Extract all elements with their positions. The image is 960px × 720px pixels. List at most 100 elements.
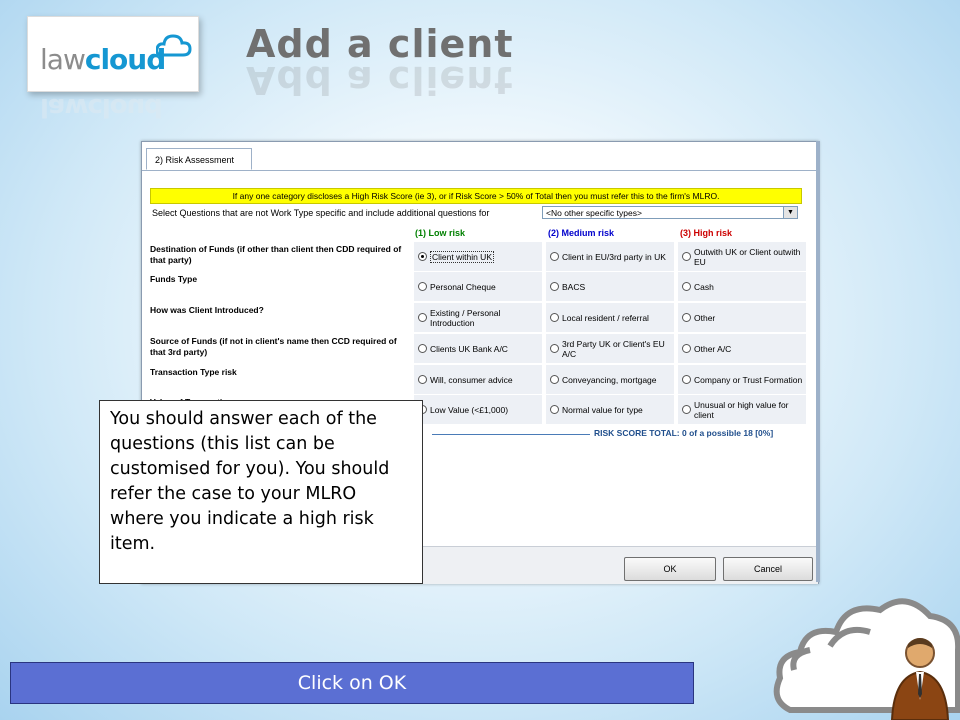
- radio-button[interactable]: [550, 282, 559, 291]
- risk-option-label-wrap: Personal Cheque: [430, 272, 540, 301]
- risk-option-label-wrap: Low Value (<£1,000): [430, 395, 540, 424]
- question-row: Funds Type Personal Cheque BACS Cash: [146, 272, 810, 301]
- total-divider: [432, 434, 590, 435]
- tab-risk-assessment[interactable]: 2) Risk Assessment: [146, 148, 252, 170]
- risk-option-label: Other: [694, 312, 716, 323]
- radio-button[interactable]: [550, 313, 559, 322]
- radio-button[interactable]: [418, 252, 427, 261]
- risk-option-label-wrap: Client in EU/3rd party in UK: [562, 242, 672, 271]
- risk-option-label: Conveyancing, mortgage: [562, 374, 657, 385]
- risk-option-label: Clients UK Bank A/C: [430, 343, 508, 354]
- risk-option-medium[interactable]: Normal value for type: [546, 395, 674, 424]
- risk-option-medium[interactable]: Client in EU/3rd party in UK: [546, 242, 674, 271]
- other-types-select[interactable]: <No other specific types> ▼: [542, 206, 798, 219]
- risk-option-medium[interactable]: 3rd Party UK or Client's EU A/C: [546, 334, 674, 363]
- risk-option-label-wrap: BACS: [562, 272, 672, 301]
- risk-option-label-wrap: Other A/C: [694, 334, 804, 363]
- logo-reflection: lawcloud: [40, 92, 162, 122]
- column-medium-risk: (2) Medium risk: [548, 228, 615, 238]
- risk-option-label: Existing / Personal Introduction: [430, 307, 501, 328]
- column-low-risk: (1) Low risk: [415, 228, 466, 238]
- risk-option-label: Personal Cheque: [430, 281, 496, 292]
- risk-option-label-wrap: Outwith UK or Client outwith EU: [694, 242, 804, 271]
- risk-option-label: Low Value (<£1,000): [430, 404, 509, 415]
- risk-option-high[interactable]: Other A/C: [678, 334, 806, 363]
- other-types-label: Select Questions that are not Work Type …: [152, 208, 490, 218]
- radio-button[interactable]: [550, 344, 559, 353]
- risk-option-label-wrap: Will, consumer advice: [430, 365, 540, 394]
- radio-button[interactable]: [682, 344, 691, 353]
- risk-option-high[interactable]: Other: [678, 303, 806, 332]
- risk-option-label-wrap: Client within UK: [430, 242, 540, 271]
- lawcloud-logo: lawcloud: [27, 16, 199, 92]
- cloud-person-illustration: [773, 598, 960, 720]
- risk-option-high[interactable]: Unusual or high value for client: [678, 395, 806, 424]
- risk-option-label: Other A/C: [694, 343, 732, 354]
- risk-option-label: Cash: [694, 281, 714, 292]
- radio-button[interactable]: [418, 282, 427, 291]
- risk-option-label-wrap: Existing / Personal Introduction: [430, 303, 540, 332]
- radio-button[interactable]: [682, 375, 691, 384]
- risk-option-label-wrap: Other: [694, 303, 804, 332]
- risk-option-label: Normal value for type: [562, 404, 643, 415]
- risk-option-label: Unusual or high value for client: [694, 399, 789, 420]
- risk-option-label-wrap: 3rd Party UK or Client's EU A/C: [562, 334, 672, 363]
- risk-option-label-wrap: Company or Trust Formation: [694, 365, 804, 394]
- risk-option-high[interactable]: Cash: [678, 272, 806, 301]
- radio-button[interactable]: [682, 313, 691, 322]
- risk-option-label: Client within UK: [430, 250, 494, 263]
- risk-option-label-wrap: Clients UK Bank A/C: [430, 334, 540, 363]
- risk-option-label-wrap: Local resident / referral: [562, 303, 672, 332]
- risk-option-low[interactable]: Client within UK: [414, 242, 542, 271]
- question-label: Transaction Type risk: [150, 367, 237, 377]
- risk-option-label-wrap: Conveyancing, mortgage: [562, 365, 672, 394]
- other-types-select-value: <No other specific types>: [546, 208, 642, 218]
- risk-option-label: Client in EU/3rd party in UK: [562, 251, 666, 262]
- risk-option-label-wrap: Cash: [694, 272, 804, 301]
- risk-option-high[interactable]: Outwith UK or Client outwith EU: [678, 242, 806, 271]
- risk-option-label: Local resident / referral: [562, 312, 649, 323]
- radio-button[interactable]: [682, 252, 691, 261]
- question-row: Destination of Funds (if other than clie…: [146, 242, 810, 271]
- question-label: How was Client Introduced?: [150, 305, 264, 315]
- instruction-callout: You should answer each of the questions …: [99, 400, 423, 584]
- logo-text-law: law: [40, 43, 86, 76]
- risk-option-low[interactable]: Clients UK Bank A/C: [414, 334, 542, 363]
- risk-option-medium[interactable]: Conveyancing, mortgage: [546, 365, 674, 394]
- radio-button[interactable]: [682, 405, 691, 414]
- mlro-warning-banner: If any one category discloses a High Ris…: [150, 188, 802, 204]
- chevron-down-icon[interactable]: ▼: [783, 207, 797, 218]
- radio-button[interactable]: [550, 405, 559, 414]
- dialog-scrollbar[interactable]: [816, 141, 820, 582]
- risk-option-label-wrap: Normal value for type: [562, 395, 672, 424]
- risk-option-low[interactable]: Will, consumer advice: [414, 365, 542, 394]
- question-label: Source of Funds (if not in client's name…: [150, 336, 397, 357]
- risk-option-low[interactable]: Low Value (<£1,000): [414, 395, 542, 424]
- risk-option-high[interactable]: Company or Trust Formation: [678, 365, 806, 394]
- radio-button[interactable]: [418, 344, 427, 353]
- risk-option-medium[interactable]: BACS: [546, 272, 674, 301]
- radio-button[interactable]: [550, 375, 559, 384]
- risk-option-label: BACS: [562, 281, 586, 292]
- risk-option-medium[interactable]: Local resident / referral: [546, 303, 674, 332]
- risk-option-label: Outwith UK or Client outwith EU: [694, 246, 801, 267]
- risk-option-low[interactable]: Existing / Personal Introduction: [414, 303, 542, 332]
- radio-button[interactable]: [550, 252, 559, 261]
- question-row: Transaction Type risk Will, consumer advi…: [146, 365, 810, 394]
- column-high-risk: (3) High risk: [680, 228, 733, 238]
- question-row: Source of Funds (if not in client's name…: [146, 334, 810, 363]
- risk-option-low[interactable]: Personal Cheque: [414, 272, 542, 301]
- question-label: Funds Type: [150, 274, 198, 284]
- ok-button[interactable]: OK: [624, 557, 716, 581]
- logo-text-cloud: cloud: [84, 43, 166, 76]
- radio-button[interactable]: [418, 313, 427, 322]
- question-row: How was Client Introduced? Existing / Per…: [146, 303, 810, 332]
- radio-button[interactable]: [682, 282, 691, 291]
- risk-option-label: Company or Trust Formation: [694, 374, 803, 385]
- click-ok-banner: Click on OK: [10, 662, 694, 704]
- question-label: Destination of Funds (if other than clie…: [150, 244, 402, 265]
- logo-text: lawcloud: [40, 43, 166, 76]
- radio-button[interactable]: [418, 375, 427, 384]
- cloud-logo-icon: [156, 34, 192, 57]
- risk-score-total: RISK SCORE TOTAL: 0 of a possible 18 [0%…: [594, 428, 774, 438]
